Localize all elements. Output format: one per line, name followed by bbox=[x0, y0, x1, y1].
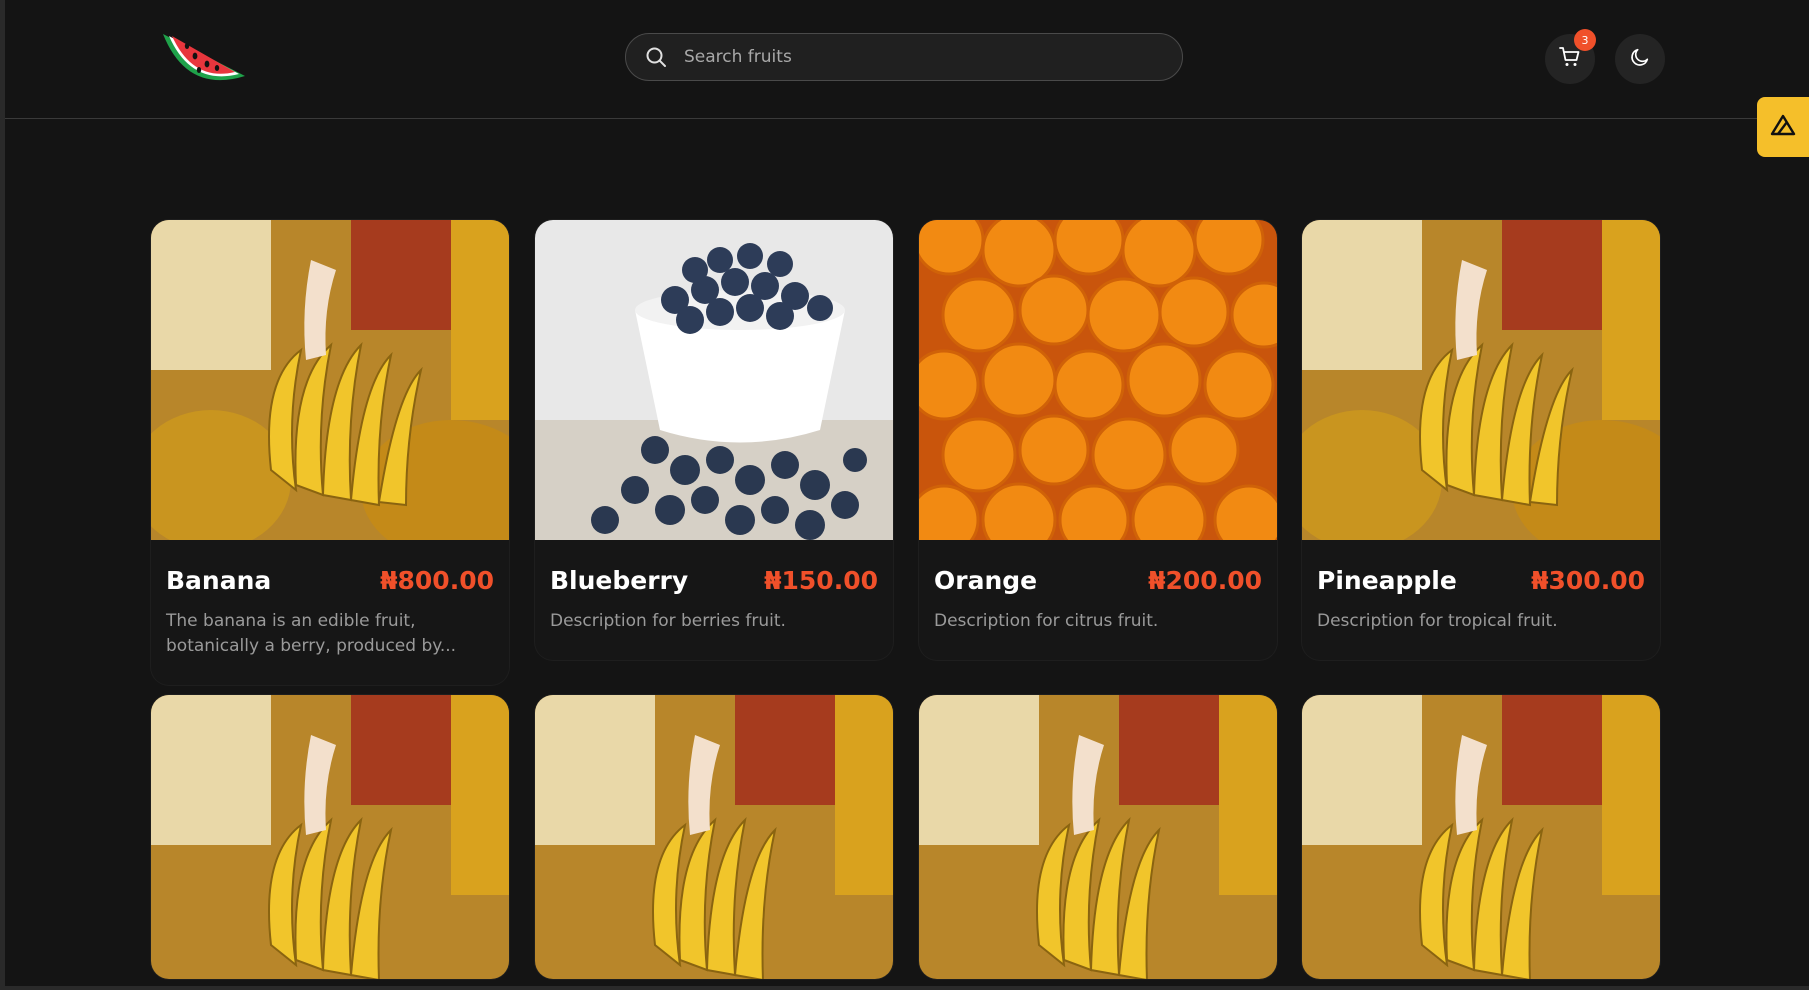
window-edge-bottom bbox=[0, 986, 1809, 990]
product-name: Orange bbox=[934, 566, 1038, 595]
window-edge bbox=[0, 0, 5, 990]
product-description: Description for citrus fruit. bbox=[934, 611, 1159, 631]
product-image-pineapple bbox=[1302, 220, 1660, 540]
side-widget-tab[interactable] bbox=[1757, 97, 1809, 157]
product-name: Pineapple bbox=[1317, 566, 1457, 595]
product-price: ₦300.00 bbox=[1531, 566, 1645, 595]
product-description: Description for tropical fruit. bbox=[1317, 611, 1558, 631]
product-description: Description for berries fruit. bbox=[550, 611, 786, 631]
top-bar: 3 bbox=[5, 0, 1809, 119]
triangle-logo-icon bbox=[1770, 114, 1796, 140]
cart-count-badge: 3 bbox=[1574, 29, 1596, 51]
search-bar[interactable] bbox=[625, 33, 1183, 81]
product-price: ₦800.00 bbox=[380, 566, 494, 595]
product-description: The banana is an edible fruit, botanical… bbox=[166, 611, 457, 656]
product-image-banana bbox=[1302, 695, 1660, 979]
search-input[interactable] bbox=[682, 46, 1182, 68]
product-name: Blueberry bbox=[550, 566, 689, 595]
product-image-banana bbox=[535, 695, 893, 979]
product-card[interactable]: Blueberry ₦150.00 Description for berrie… bbox=[535, 220, 893, 660]
product-card[interactable]: Pineapple ₦300.00 Description for tropic… bbox=[1302, 220, 1660, 660]
product-image-blueberry bbox=[535, 220, 893, 540]
product-card[interactable] bbox=[535, 695, 893, 979]
product-card[interactable]: Orange ₦200.00 Description for citrus fr… bbox=[919, 220, 1277, 660]
product-card[interactable] bbox=[919, 695, 1277, 979]
product-card[interactable]: Banana ₦800.00 The banana is an edible f… bbox=[151, 220, 509, 685]
product-price: ₦150.00 bbox=[764, 566, 878, 595]
cart-button[interactable]: 3 bbox=[1545, 29, 1596, 84]
product-image-banana bbox=[151, 220, 509, 540]
watermelon-icon[interactable] bbox=[157, 24, 249, 92]
product-image-banana bbox=[151, 695, 509, 979]
product-name: Banana bbox=[166, 566, 272, 595]
product-price: ₦200.00 bbox=[1148, 566, 1262, 595]
product-card[interactable] bbox=[151, 695, 509, 979]
product-image-orange bbox=[919, 220, 1277, 540]
moon-icon bbox=[1629, 46, 1651, 72]
product-image-banana bbox=[919, 695, 1277, 979]
theme-toggle-button[interactable] bbox=[1615, 34, 1665, 84]
search-icon bbox=[644, 45, 668, 69]
product-card[interactable] bbox=[1302, 695, 1660, 979]
